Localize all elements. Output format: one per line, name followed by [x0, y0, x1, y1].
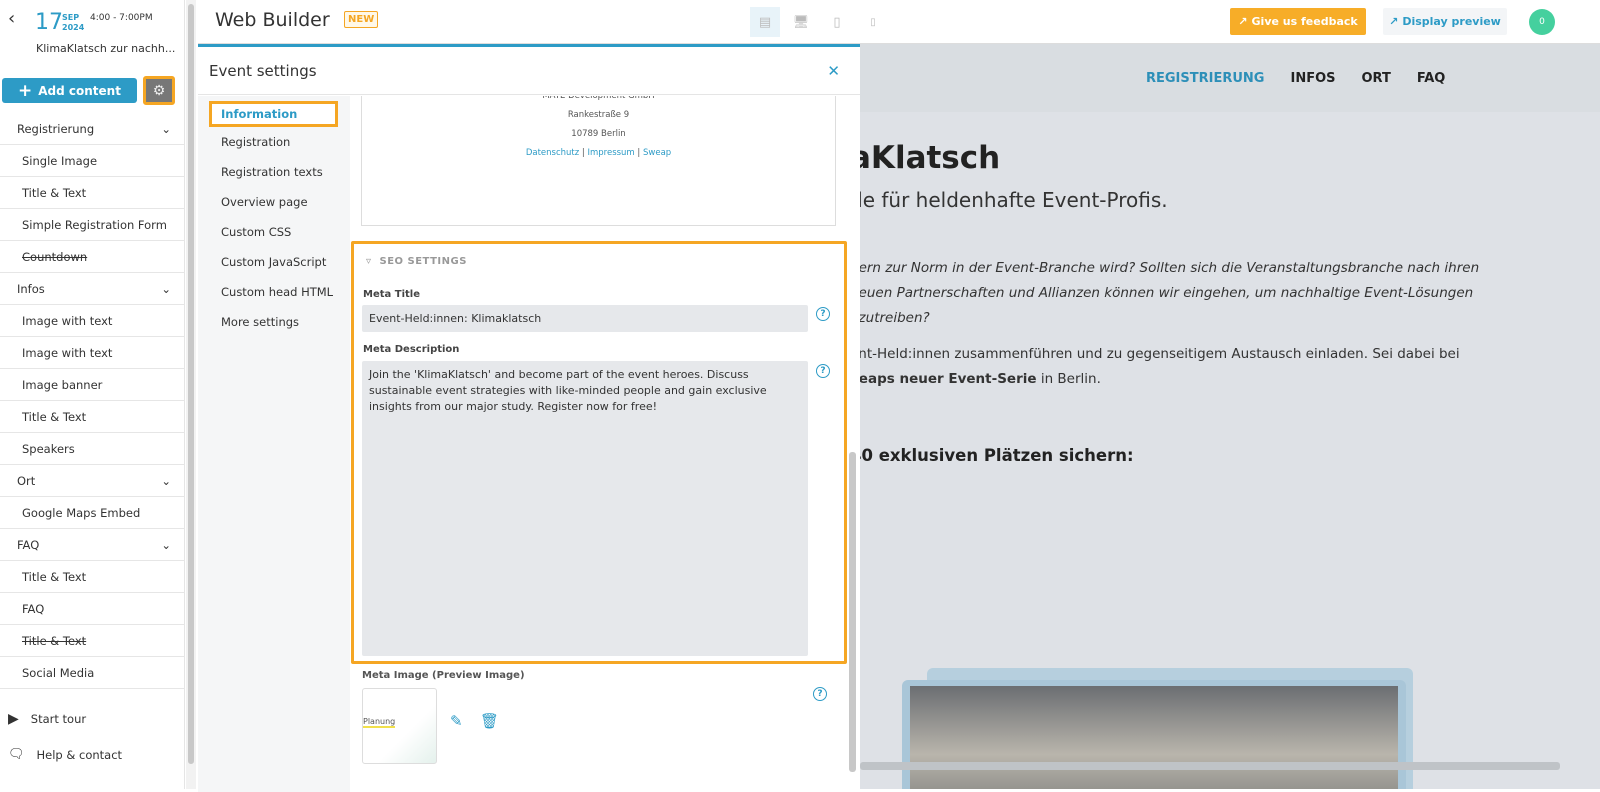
settings-nav-custom-javascript[interactable]: Custom JavaScript	[198, 247, 350, 277]
app-title: Web Builder	[215, 9, 330, 31]
preview-nav: REGISTRIERUNG INFOS ORT FAQ	[860, 44, 1600, 112]
close-icon[interactable]: ✕	[827, 62, 840, 80]
external-link-icon: ↗	[1389, 15, 1399, 28]
section-header[interactable]: Infos ⌄	[0, 273, 185, 305]
section-item[interactable]: Title & Text	[0, 177, 185, 209]
section-item[interactable]: Image with text	[0, 305, 185, 337]
link-sweap[interactable]: Sweap	[643, 148, 671, 158]
plus-icon: +	[18, 80, 33, 101]
settings-nav-more-settings[interactable]: More settings	[198, 307, 350, 337]
section-item[interactable]: Title & Text	[0, 625, 185, 657]
new-badge: NEW	[344, 11, 379, 28]
tablet-view-icon[interactable]: ▯	[822, 7, 852, 37]
section-item[interactable]: Countdown	[0, 241, 185, 273]
help-icon[interactable]: ?	[816, 307, 830, 321]
settings-nav-information[interactable]: Information	[209, 101, 338, 127]
event-date-day: 17	[35, 10, 63, 35]
settings-scrollbar[interactable]	[849, 452, 856, 772]
settings-content: MATE Development GmbH Rankestraße 9 1078…	[350, 96, 860, 792]
section-item[interactable]: Image banner	[0, 369, 185, 401]
preview-title: aKlatsch	[860, 140, 1001, 176]
preview-subtitle: de für heldenhafte Event-Profis.	[860, 188, 1168, 212]
help-icon[interactable]: ?	[816, 364, 830, 378]
settings-nav-custom-head-html[interactable]: Custom head HTML	[198, 277, 350, 307]
seo-settings-section: ▿ SEO SETTINGS Meta Title Event-Held:inn…	[351, 241, 847, 664]
meta-description-textarea[interactable]: Join the 'KlimaKlatsch' and become part …	[362, 361, 808, 656]
chevron-down-icon: ⌄	[161, 281, 171, 296]
meta-image-label: Meta Image (Preview Image)	[362, 670, 525, 681]
preview-nav-item[interactable]: ORT	[1362, 71, 1391, 86]
trash-icon[interactable]: 🗑	[480, 712, 499, 730]
page-preview: REGISTRIERUNG INFOS ORT FAQ aKlatsch de für…	[860, 44, 1600, 789]
preview-horizontal-scrollbar[interactable]	[860, 762, 1560, 770]
settings-gear-button[interactable]: ⚙	[143, 76, 175, 105]
chat-icon: 🗨	[8, 747, 25, 762]
section-header[interactable]: Ort ⌄	[0, 465, 185, 497]
chevron-down-icon: ⌄	[161, 537, 171, 552]
avatar[interactable]: 0	[1529, 9, 1555, 35]
settings-nav-registration-texts[interactable]: Registration texts	[198, 157, 350, 187]
meta-title-input[interactable]: Event-Held:innen: Klimaklatsch	[362, 305, 808, 332]
external-link-icon: ↗	[1238, 15, 1248, 28]
preview-nav-item[interactable]: INFOS	[1290, 71, 1335, 86]
settings-nav-registration[interactable]: Registration	[198, 127, 350, 157]
desktop-view-icon[interactable]: 🖥	[786, 7, 816, 37]
event-settings-panel: Event settings ✕ Information Registration…	[198, 44, 860, 792]
mobile-view-icon[interactable]: ▯	[858, 7, 888, 37]
start-tour-link[interactable]: ▶ Start tour	[8, 711, 86, 727]
section-item[interactable]: FAQ	[0, 593, 185, 625]
feedback-button[interactable]: ↗ Give us feedback	[1230, 8, 1366, 35]
back-icon[interactable]: ‹	[8, 8, 15, 29]
add-content-button[interactable]: + Add content	[2, 78, 137, 103]
pencil-icon[interactable]: ✎	[450, 712, 463, 730]
section-item[interactable]: Image with text	[0, 337, 185, 369]
section-item[interactable]: Social Media	[0, 657, 185, 689]
preview-intro: dern zur Norm in der Event-Branche wird?…	[860, 260, 1480, 326]
settings-nav-overview-page[interactable]: Overview page	[198, 187, 350, 217]
meta-image-thumbnail: Planung	[362, 688, 437, 764]
sidebar: ‹ 17 SEP 2024 4:00 - 7:00PM KlimaKlatsch …	[0, 0, 185, 789]
section-header[interactable]: FAQ ⌄	[0, 529, 185, 561]
link-datenschutz[interactable]: Datenschutz	[526, 148, 579, 158]
meta-description-label: Meta Description	[363, 344, 460, 355]
help-contact-link[interactable]: 🗨 Help & contact	[8, 747, 122, 762]
section-item[interactable]: Single Image	[0, 145, 185, 177]
display-preview-button[interactable]: ↗ Display preview	[1383, 8, 1507, 35]
section-item[interactable]: Google Maps Embed	[0, 497, 185, 529]
gear-icon: ⚙	[152, 82, 166, 99]
meta-title-label: Meta Title	[363, 289, 420, 300]
help-icon[interactable]: ?	[813, 687, 827, 701]
section-item[interactable]: Title & Text	[0, 561, 185, 593]
preview-paragraph: ent-Held:innen zusammenführen und zu geg…	[860, 346, 1460, 387]
top-bar: Web Builder NEW ▤ 🖥 ▯ ▯ ↗ Give us feedbac…	[198, 0, 1600, 44]
preview-nav-item[interactable]: REGISTRIERUNG	[1146, 71, 1264, 86]
chevron-down-icon: ⌄	[161, 121, 171, 136]
section-header[interactable]: Registrierung ⌄	[0, 113, 185, 145]
footer-preview: MATE Development GmbH Rankestraße 9 1078…	[361, 96, 836, 226]
preview-image	[902, 680, 1406, 789]
event-date-month-year: SEP 2024	[62, 13, 85, 32]
preview-heading: 40 exklusiven Plätzen sichern:	[860, 446, 1134, 465]
browser-view-icon[interactable]: ▤	[750, 7, 780, 37]
link-impressum[interactable]: Impressum	[587, 148, 634, 158]
section-item[interactable]: Speakers	[0, 433, 185, 465]
panel-title: Event settings	[209, 61, 317, 80]
settings-nav-custom-css[interactable]: Custom CSS	[198, 217, 350, 247]
settings-nav: Information Registration Registration text…	[198, 96, 350, 792]
section-item[interactable]: Simple Registration Form	[0, 209, 185, 241]
sidebar-scrollbar[interactable]	[186, 0, 196, 789]
section-list: Registrierung ⌄ Single Image Title & Text Si…	[0, 113, 185, 689]
event-name: KlimaKlatsch zur nachh...	[36, 42, 176, 55]
play-circle-icon: ▶	[8, 711, 19, 727]
section-item[interactable]: Title & Text	[0, 401, 185, 433]
seo-settings-toggle[interactable]: ▿ SEO SETTINGS	[366, 256, 467, 267]
chevron-down-icon: ⌄	[161, 473, 171, 488]
preview-nav-item[interactable]: FAQ	[1417, 71, 1446, 86]
caret-down-icon: ▿	[366, 256, 372, 267]
event-time: 4:00 - 7:00PM	[90, 13, 153, 23]
